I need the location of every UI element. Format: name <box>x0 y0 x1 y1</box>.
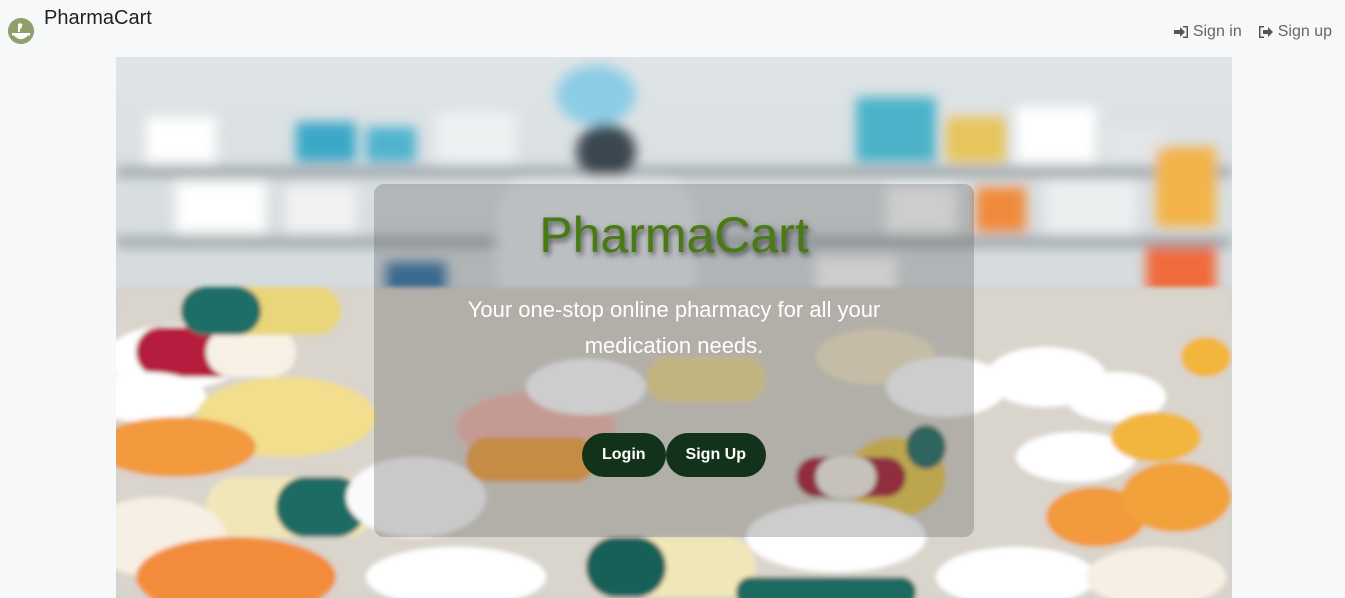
hero-panel: PharmaCart Your one-stop online pharmacy… <box>374 184 974 537</box>
sign-up-link[interactable]: Sign up <box>1258 23 1332 41</box>
sign-in-icon <box>1173 25 1189 39</box>
top-navbar: PharmaCart Sign in Sign up <box>0 0 1345 57</box>
auth-links: Sign in Sign up <box>1173 23 1332 41</box>
hero-buttons: Login Sign Up <box>374 433 974 477</box>
mortar-pestle-icon <box>8 18 34 44</box>
brand[interactable]: PharmaCart <box>8 7 152 44</box>
sign-up-label: Sign up <box>1277 23 1332 40</box>
hero-tagline: Your one-stop online pharmacy for all yo… <box>467 297 881 358</box>
brand-name: PharmaCart <box>44 6 152 29</box>
hero-title: PharmaCart <box>539 207 809 263</box>
sign-in-link[interactable]: Sign in <box>1173 23 1242 41</box>
hero-banner: PharmaCart Your one-stop online pharmacy… <box>116 57 1232 598</box>
sign-in-label: Sign in <box>1192 23 1242 40</box>
sign-out-icon <box>1258 25 1274 39</box>
login-button[interactable]: Login <box>582 433 666 477</box>
signup-button[interactable]: Sign Up <box>665 433 766 477</box>
